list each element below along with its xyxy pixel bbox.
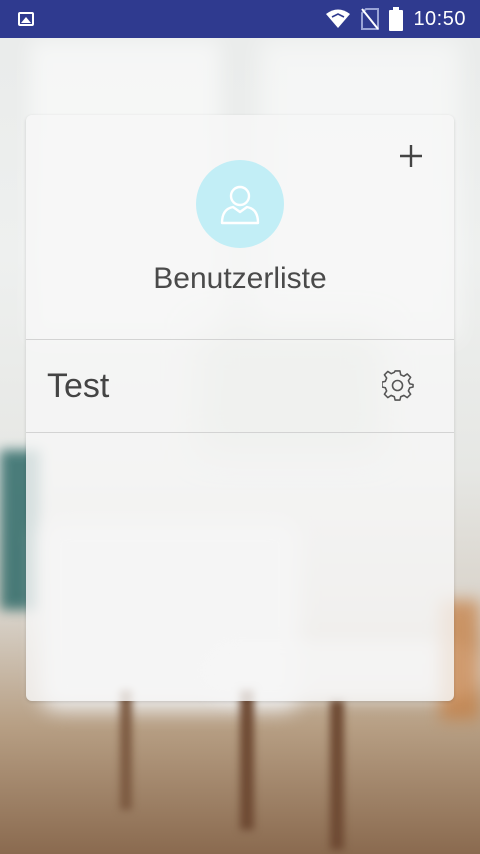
- clock: 10:50: [413, 7, 466, 30]
- add-user-button[interactable]: [398, 143, 424, 169]
- no-sim-icon: [361, 8, 380, 30]
- user-avatar-icon: [220, 185, 260, 225]
- list-item[interactable]: Test: [26, 340, 454, 433]
- user-name: Test: [47, 366, 110, 405]
- user-settings-button[interactable]: [381, 370, 414, 402]
- image-notification-icon: [18, 12, 34, 26]
- user-list-card: Benutzerliste Test: [26, 115, 454, 701]
- battery-icon: [389, 7, 404, 31]
- avatar: [196, 160, 284, 248]
- gear-icon: [381, 370, 414, 401]
- plus-icon: [400, 145, 422, 167]
- wifi-icon: [326, 9, 351, 28]
- card-header: Benutzerliste: [26, 115, 454, 340]
- page-title: Benutzerliste: [153, 262, 327, 295]
- status-bar: 10:50: [0, 0, 480, 38]
